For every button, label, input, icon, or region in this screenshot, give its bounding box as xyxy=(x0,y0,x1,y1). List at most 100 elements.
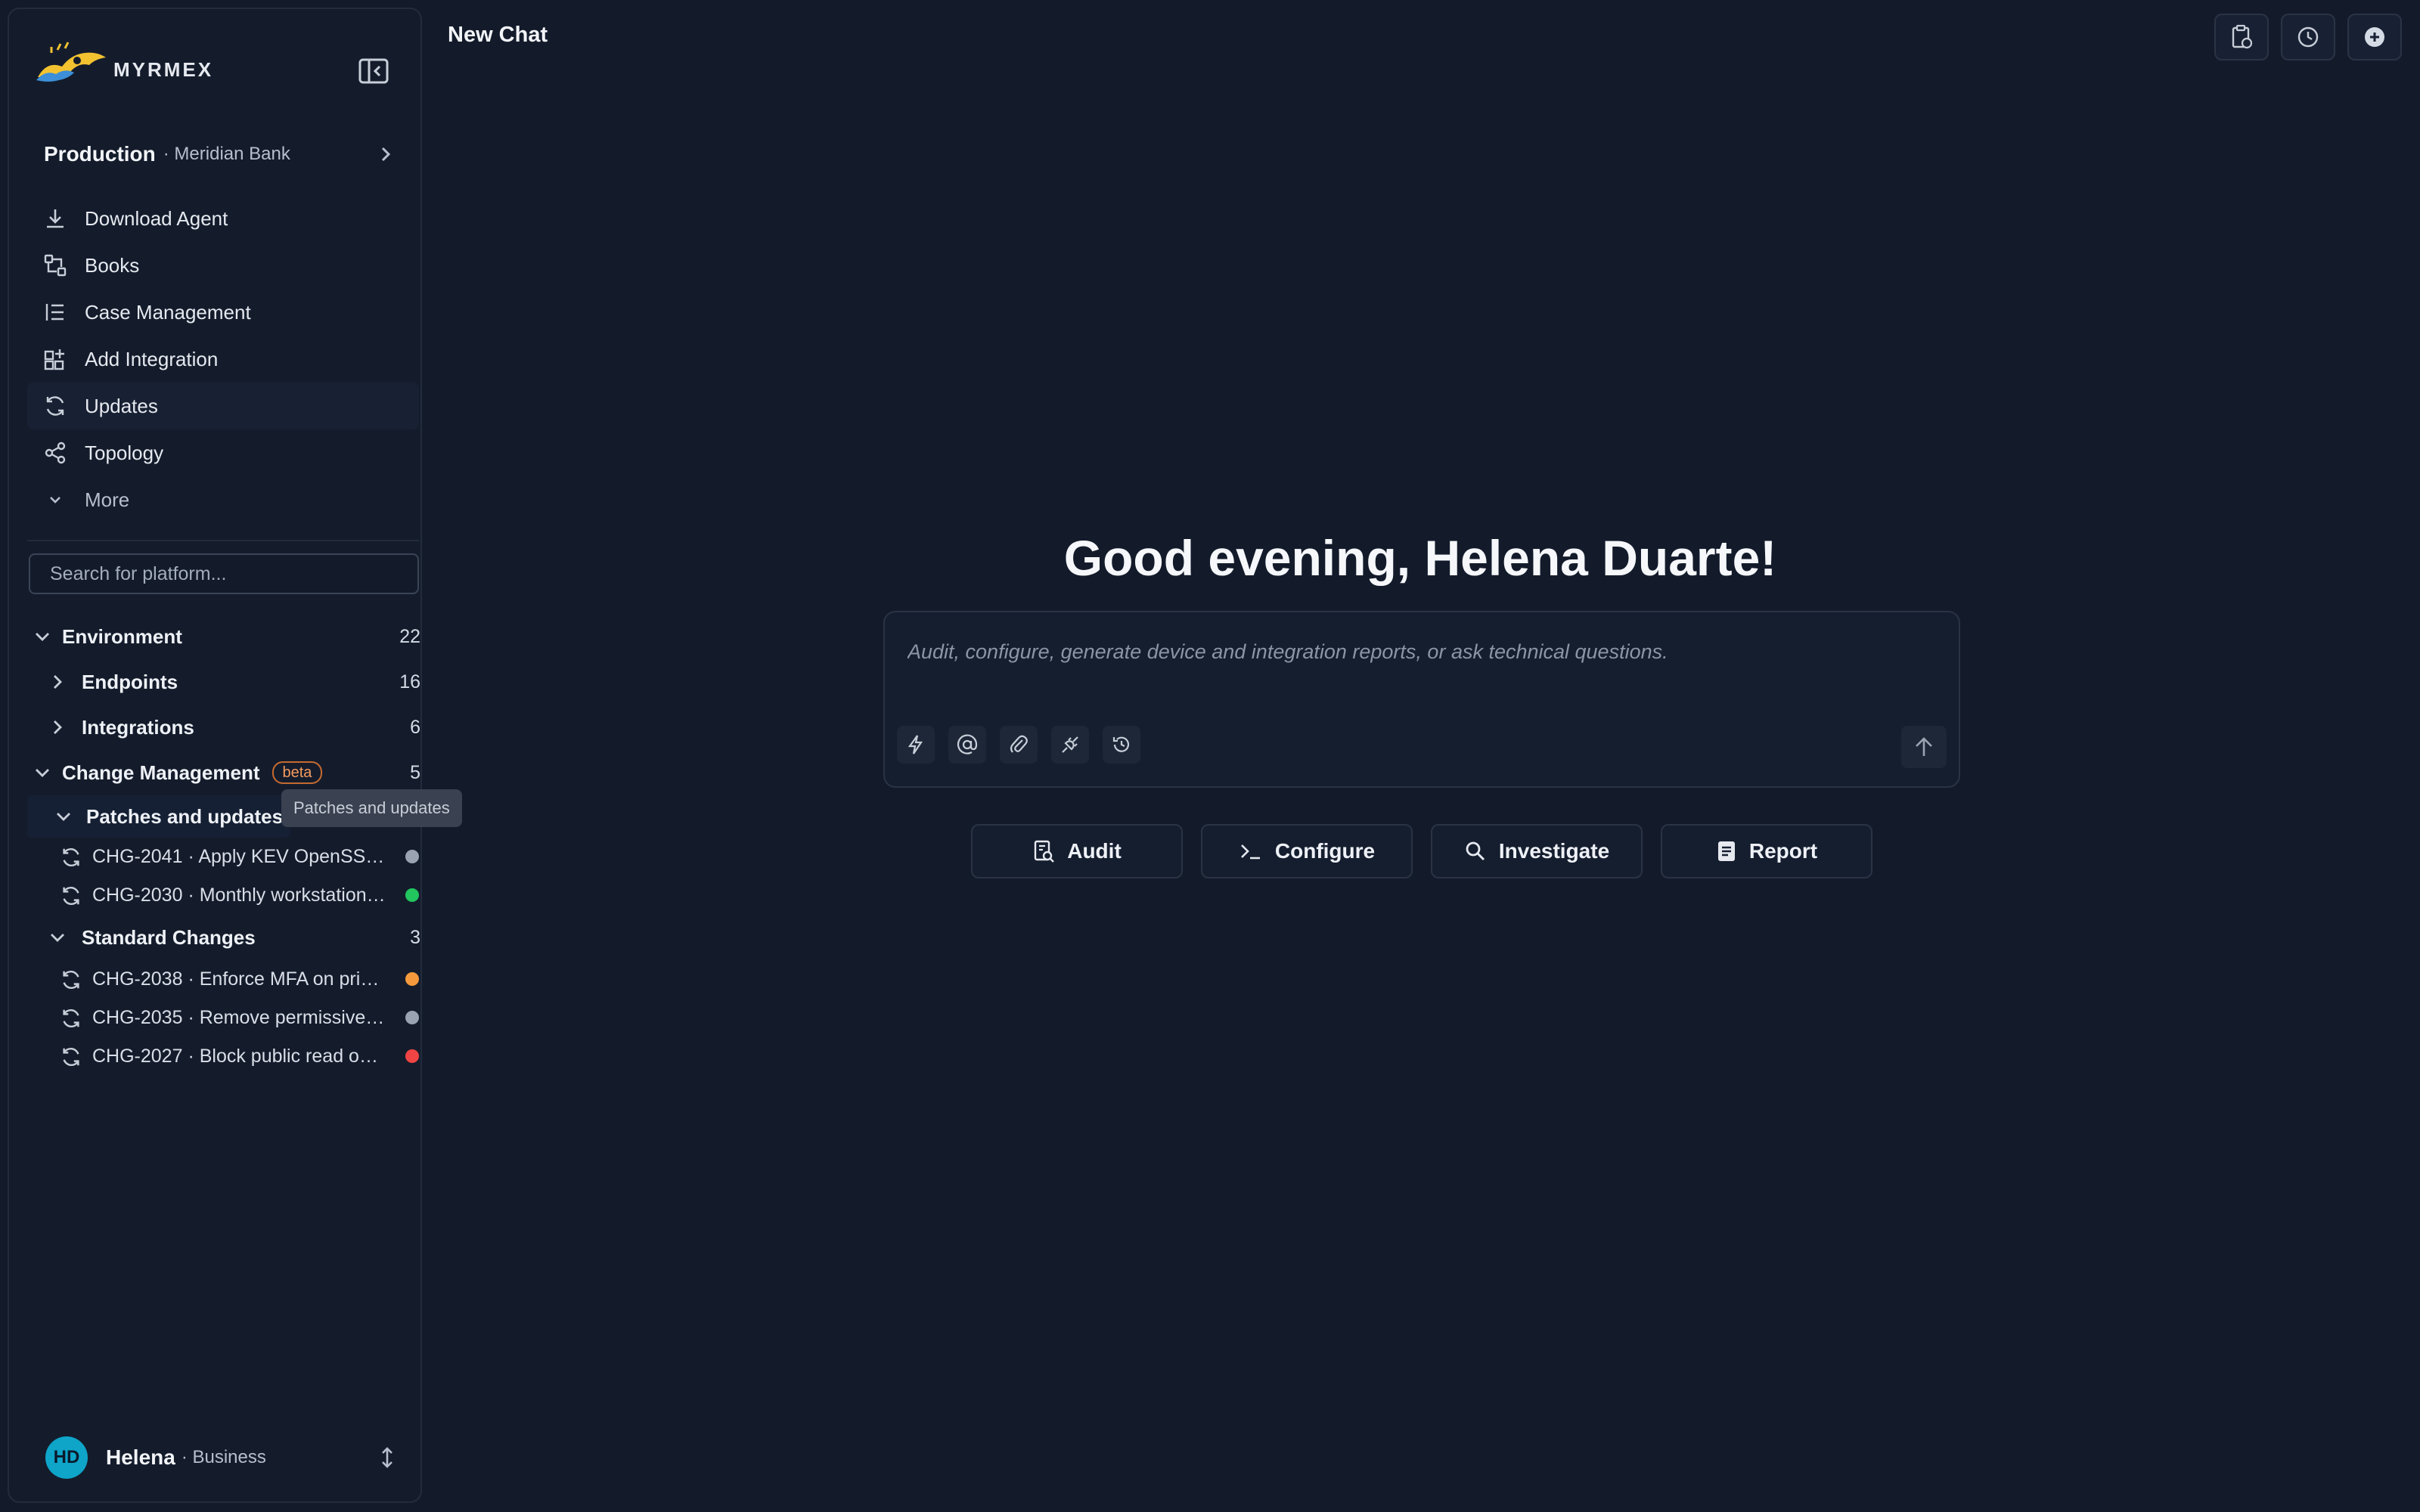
status-dot xyxy=(405,850,419,863)
clock-icon xyxy=(2297,26,2319,48)
tree-label: Endpoints xyxy=(82,670,178,693)
tree-endpoints[interactable]: Endpoints 16 xyxy=(27,659,424,705)
tree-count: 6 xyxy=(410,716,420,738)
platform-tree: Environment 22 Endpoints 16 Integrations… xyxy=(27,614,424,1076)
nav-case-management[interactable]: Case Management xyxy=(27,289,419,336)
brand-logo[interactable]: MYRMEX xyxy=(32,39,213,88)
action-label: Report xyxy=(1748,839,1818,863)
app-root: MYRMEX Production · Meridian Bank Downlo… xyxy=(0,0,2420,1512)
change-item[interactable]: CHG-2030 · Monthly workstation updates xyxy=(27,876,424,915)
platform-search-input[interactable] xyxy=(29,553,419,594)
tree-label: Standard Changes xyxy=(82,925,256,949)
history-button[interactable] xyxy=(2281,14,2335,60)
change-item-label: CHG-2038 · Enforce MFA on privileged acc… xyxy=(92,968,387,990)
clipboard-button[interactable] xyxy=(2214,14,2269,60)
change-item-label: CHG-2041 · Apply KEV OpenSSL patch xyxy=(92,846,387,867)
nav-label: Topology xyxy=(85,441,164,464)
nav-label: Add Integration xyxy=(85,347,219,370)
tree-patches-and-updates[interactable]: Patches and updates xyxy=(27,795,290,838)
refresh-icon xyxy=(57,966,85,993)
brand-name: MYRMEX xyxy=(113,57,214,81)
tree-label: Environment xyxy=(62,624,182,648)
org-switcher[interactable]: Production · Meridian Bank xyxy=(44,136,399,172)
nav-label: Books xyxy=(85,253,140,277)
quick-actions: Audit Configure Investigate Report xyxy=(971,824,1872,878)
status-dot xyxy=(405,972,419,986)
primary-nav: Download Agent Books Case Management Add… xyxy=(27,195,419,523)
chevron-right-icon xyxy=(42,717,73,737)
myrmex-logo-icon xyxy=(36,42,106,82)
tree-count: 5 xyxy=(410,761,420,783)
arrow-up-icon xyxy=(1916,737,1932,756)
tree-label: Change Management xyxy=(62,761,260,784)
report-button[interactable]: Report xyxy=(1661,824,1872,878)
list-icon xyxy=(42,299,68,325)
chat-input[interactable] xyxy=(908,635,1936,668)
chevron-down-icon xyxy=(42,487,68,513)
nav-books[interactable]: Books xyxy=(27,242,419,289)
refresh-icon xyxy=(57,882,85,909)
change-item[interactable]: CHG-2035 · Remove permissive firewall ru… xyxy=(27,999,424,1037)
history-restore-button[interactable] xyxy=(1103,726,1140,764)
tree-count: 3 xyxy=(410,926,420,948)
tree-change-management[interactable]: Change Management beta 5 xyxy=(27,750,424,795)
nav-updates[interactable]: Updates xyxy=(27,383,419,429)
collapse-sidebar-button[interactable] xyxy=(357,56,390,86)
tree-standard-changes[interactable]: Standard Changes 3 xyxy=(27,915,424,960)
mention-button[interactable] xyxy=(948,726,986,764)
avatar: HD xyxy=(45,1436,88,1479)
download-icon xyxy=(42,206,68,231)
change-item-label: CHG-2027 · Block public read on storage xyxy=(92,1046,387,1067)
nav-label: Updates xyxy=(85,394,158,417)
change-item-label: CHG-2030 · Monthly workstation updates xyxy=(92,885,387,906)
chevron-down-icon xyxy=(42,928,73,947)
action-label: Investigate xyxy=(1498,839,1610,863)
connect-button[interactable] xyxy=(1051,726,1089,764)
tree-integrations[interactable]: Integrations 6 xyxy=(27,705,424,750)
tree-label: Integrations xyxy=(82,715,194,739)
org-name: Production xyxy=(44,142,156,166)
sidebar-collapse-icon xyxy=(358,58,389,84)
books-flow-icon xyxy=(42,253,68,278)
refresh-icon xyxy=(57,1005,85,1032)
audit-button[interactable]: Audit xyxy=(971,824,1183,878)
change-item[interactable]: CHG-2038 · Enforce MFA on privileged acc… xyxy=(27,960,424,999)
nav-download-agent[interactable]: Download Agent xyxy=(27,195,419,242)
action-label: Configure xyxy=(1274,839,1376,863)
history-icon xyxy=(1112,736,1130,752)
nav-more[interactable]: More xyxy=(27,476,419,523)
user-menu[interactable]: HD Helena · Business xyxy=(45,1435,401,1480)
attach-button[interactable] xyxy=(1000,726,1038,764)
configure-button[interactable]: Configure xyxy=(1201,824,1413,878)
terminal-icon xyxy=(1239,841,1263,861)
send-button[interactable] xyxy=(1901,726,1947,768)
sidebar-divider xyxy=(27,540,419,541)
refresh-icon xyxy=(57,1043,85,1070)
tree-environment[interactable]: Environment 22 xyxy=(27,614,424,659)
tree-count: 22 xyxy=(399,625,420,647)
plus-circle-icon xyxy=(2365,27,2384,47)
beta-badge: beta xyxy=(271,761,323,784)
chevron-down-icon xyxy=(27,627,57,646)
clipboard-clock-icon xyxy=(2232,24,2253,49)
org-tenant: · Meridian Bank xyxy=(163,144,290,164)
paperclip-icon xyxy=(1010,735,1028,753)
nav-add-integration[interactable]: Add Integration xyxy=(27,336,419,383)
audit-doc-icon xyxy=(1032,839,1055,863)
search-icon xyxy=(1464,840,1487,863)
nav-topology[interactable]: Topology xyxy=(27,429,419,476)
change-item[interactable]: CHG-2041 · Apply KEV OpenSSL patch xyxy=(27,838,424,876)
chevron-up-down-icon xyxy=(382,1447,392,1468)
user-name: Helena xyxy=(106,1445,175,1469)
chevron-down-icon xyxy=(27,763,57,782)
change-item[interactable]: CHG-2027 · Block public read on storage xyxy=(27,1037,424,1076)
chevron-right-icon xyxy=(42,672,73,692)
share-nodes-icon xyxy=(42,440,68,466)
action-label: Audit xyxy=(1067,839,1122,863)
nav-label: More xyxy=(85,488,130,511)
greeting-heading: Good evening, Helena Duarte! xyxy=(1063,530,1777,586)
quick-action-button[interactable] xyxy=(897,726,935,764)
new-chat-button[interactable] xyxy=(2347,14,2402,60)
investigate-button[interactable]: Investigate xyxy=(1431,824,1643,878)
change-item-label: CHG-2035 · Remove permissive firewall ru… xyxy=(92,1007,387,1028)
